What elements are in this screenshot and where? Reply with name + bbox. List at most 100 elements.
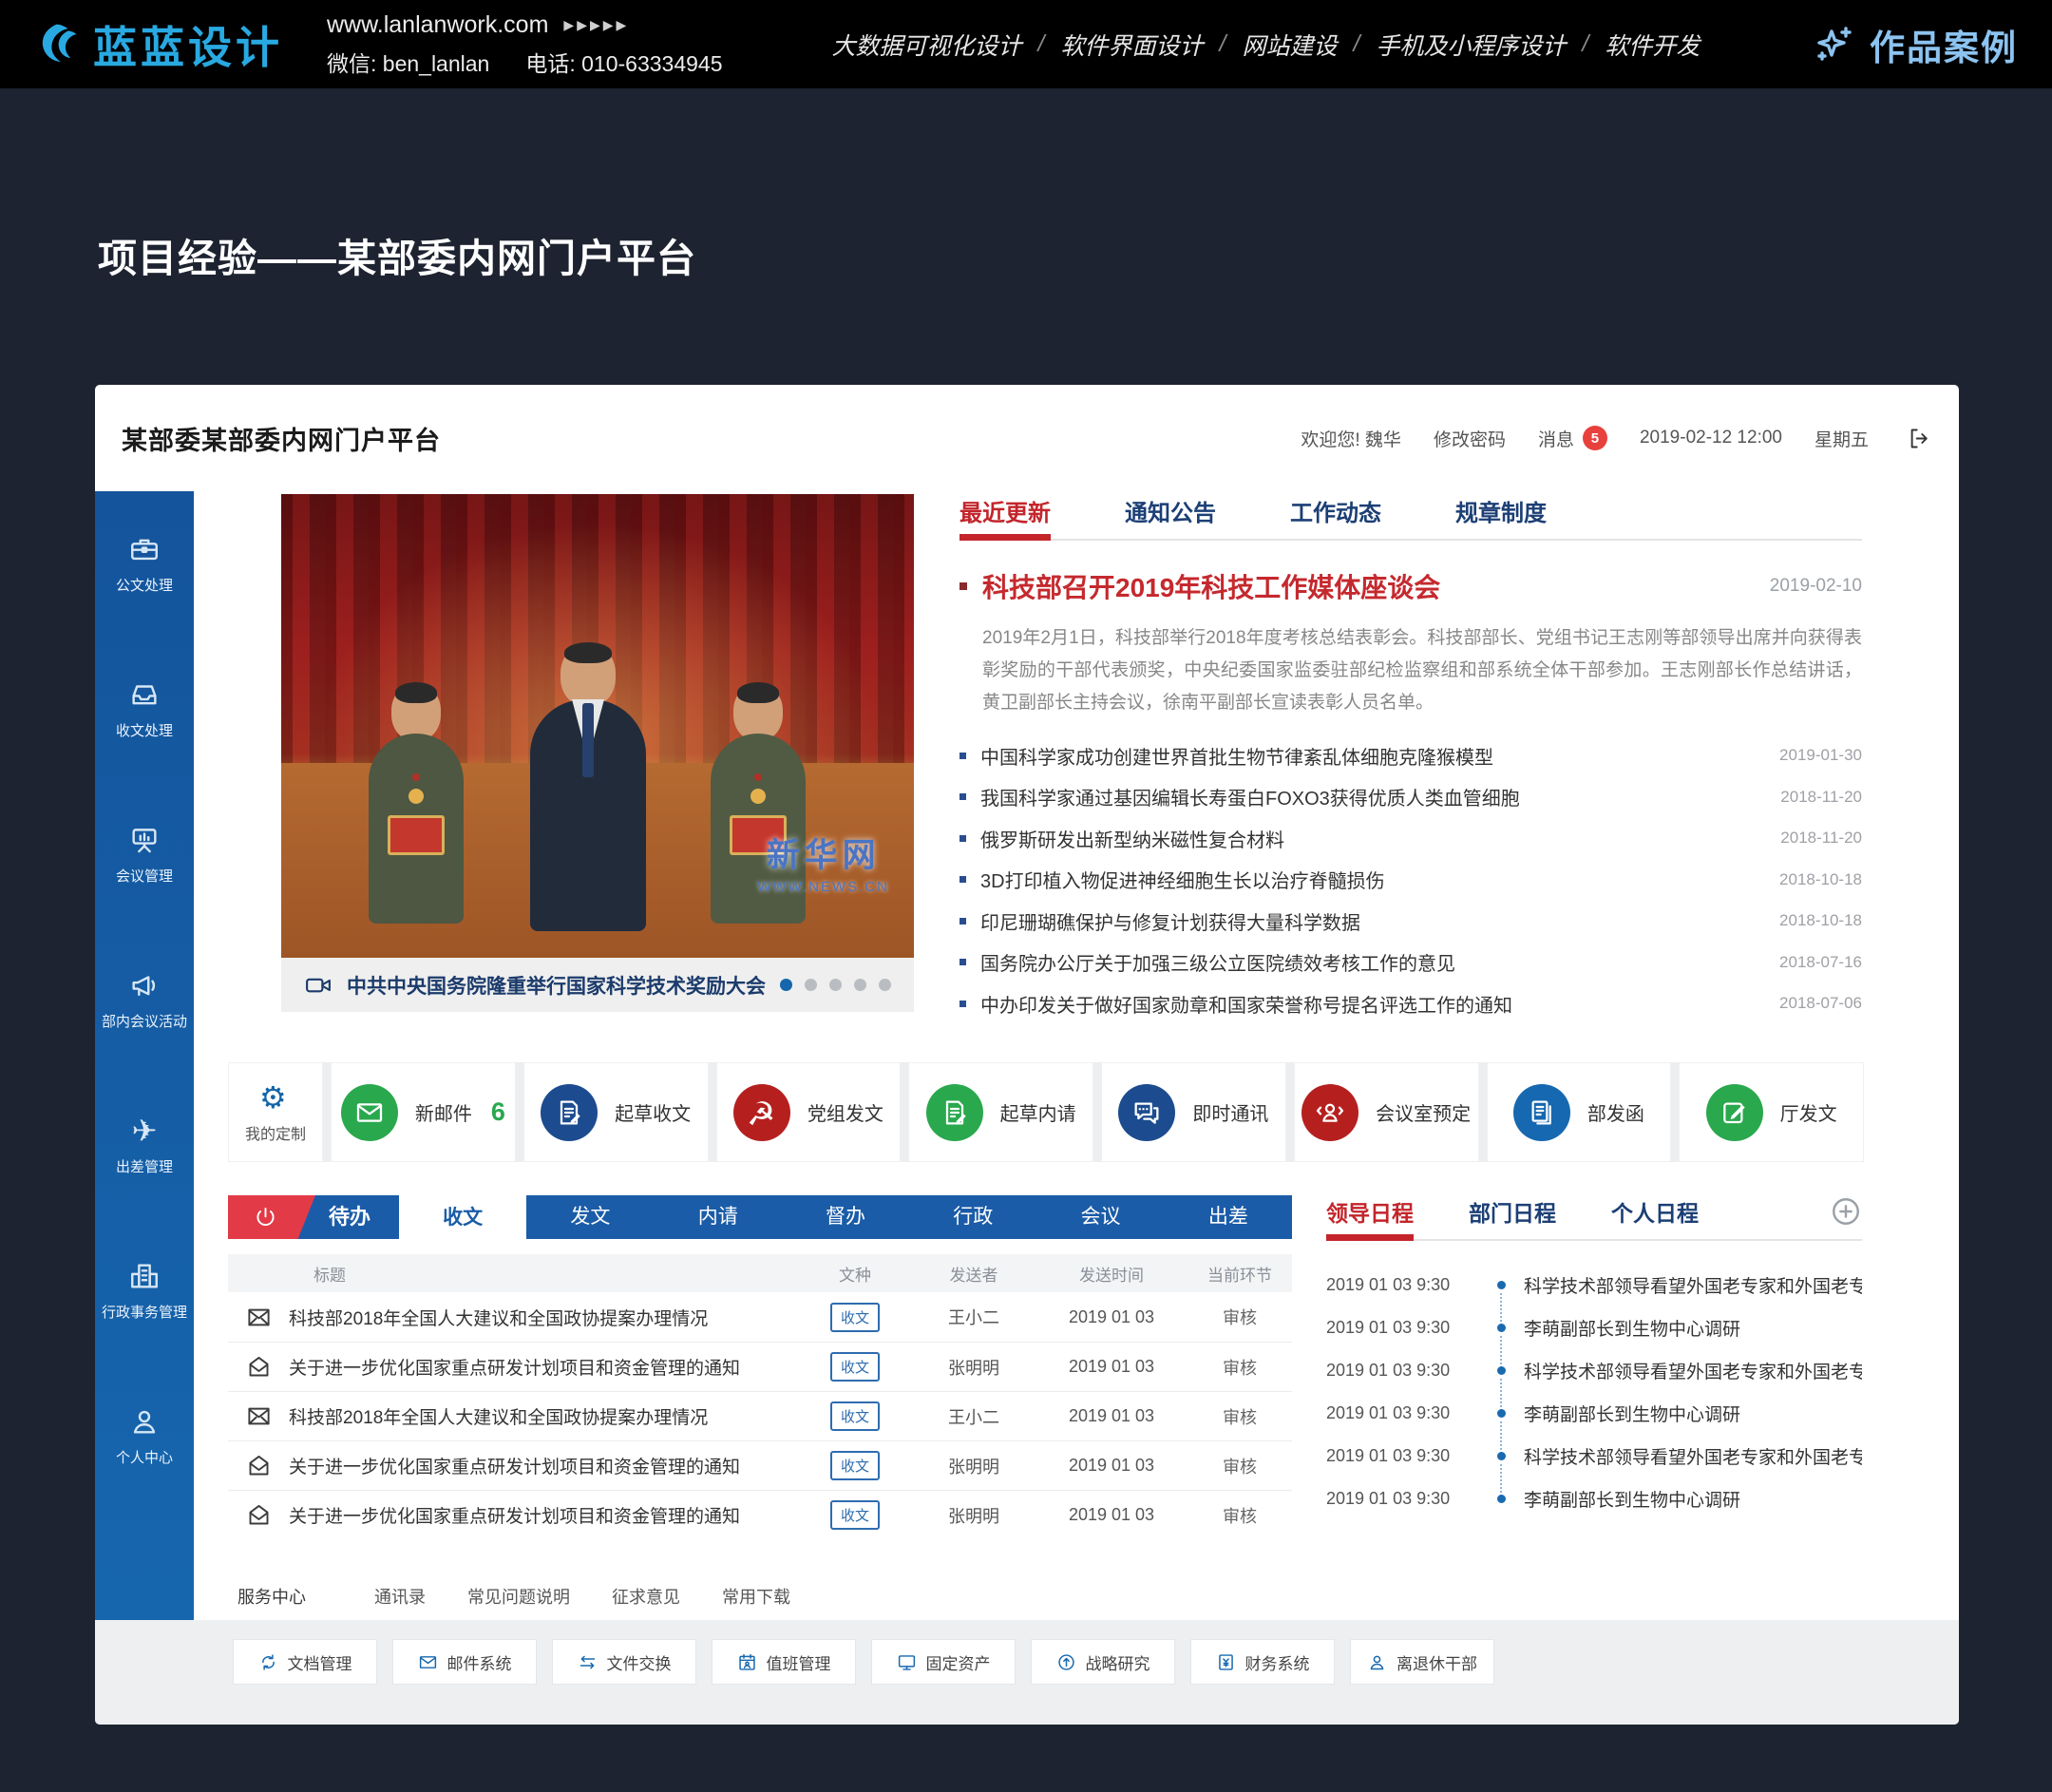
news-list-item[interactable]: 国务院办公厅关于加强三级公立医院绩效考核工作的意见2018-07-16 (960, 942, 1862, 983)
meeting-room-booking-circle (1302, 1084, 1358, 1141)
footer-link-service-center[interactable]: 服务中心 (238, 1584, 306, 1609)
schedule-item[interactable]: 2019 01 03 9:30李萌副部长到生物中心调研 (1326, 1306, 1862, 1349)
quick-action-draft-receive[interactable]: 起草收文 (523, 1062, 709, 1162)
todo-tab-administration[interactable]: 行政 (909, 1195, 1036, 1239)
quick-action-party-group-dispatch[interactable]: ☭党组发文 (716, 1062, 902, 1162)
footer-link-feedback[interactable]: 征求意见 (612, 1584, 680, 1609)
quick-action-ministry-letter[interactable]: 部发函 (1487, 1062, 1672, 1162)
footer-app-label: 固定资产 (926, 1650, 991, 1674)
schedule-datetime: 2019 01 03 9:30 (1326, 1446, 1488, 1466)
news-list-item[interactable]: 俄罗斯研发出新型纳米磁性复合材料2018-11-20 (960, 818, 1862, 860)
table-row[interactable]: 科技部2018年全国人大建议和全国政协提案办理情况收文王小二2019 01 03… (228, 1292, 1292, 1342)
schedule-tab-leader-schedule[interactable]: 领导日程 (1326, 1195, 1414, 1241)
sidebar-item-admin-affairs-management[interactable]: 行政事务管理 (95, 1218, 194, 1363)
todo-tab-internal-request[interactable]: 内请 (655, 1195, 782, 1239)
table-row[interactable]: 关于进一步优化国家重点研发计划项目和资金管理的通知收文张明明2019 01 03… (228, 1490, 1292, 1539)
news-item-title: 中办印发关于做好国家勋章和国家荣誉称号提名评选工作的通知 (980, 990, 1762, 1018)
sidebar-item-document-processing[interactable]: 公文处理 (95, 491, 194, 637)
table-row[interactable]: 科技部2018年全国人大建议和全国政协提案办理情况收文王小二2019 01 03… (228, 1391, 1292, 1440)
footer-apps-strip: 文档管理邮件系统文件交换值班管理 固定资产 战略研究财务系统离退休干部 (95, 1620, 1959, 1725)
news-item-date: 2018-10-18 (1779, 870, 1862, 889)
sidebar-item-meeting-management[interactable]: 会议管理 (95, 782, 194, 927)
footer-app-document-management[interactable]: 文档管理 (233, 1639, 377, 1685)
headline-date: 2019-02-10 (1770, 576, 1862, 597)
news-list-item[interactable]: 中国科学家成功创建世界首批生物节律紊乱体细胞克隆猴模型2019-01-30 (960, 735, 1862, 777)
table-row[interactable]: 关于进一步优化国家重点研发计划项目和资金管理的通知收文张明明2019 01 03… (228, 1440, 1292, 1490)
news-list-item[interactable]: 印尼珊瑚礁保护与修复计划获得大量科学数据2018-10-18 (960, 901, 1862, 943)
news-tab-notices[interactable]: 通知公告 (1125, 494, 1216, 541)
news-headline[interactable]: 科技部召开2019年科技工作媒体座谈会 2019-02-10 (960, 567, 1862, 605)
party-group-dispatch-circle: ☭ (733, 1084, 790, 1141)
portal-title: 某部委某部委内网门户平台 (122, 420, 441, 457)
news-item-title: 3D打印植入物促进神经细胞生长以治疗脊髓损伤 (980, 866, 1762, 893)
sidebar-item-label: 会议管理 (116, 866, 173, 886)
party-emblem-icon: ☭ (747, 1097, 777, 1128)
nav-item-software-development[interactable]: 软件开发 (1605, 28, 1700, 62)
carousel-dot[interactable] (854, 979, 866, 991)
carousel-dot[interactable] (829, 979, 842, 991)
todo-tab-supervise[interactable]: 督办 (782, 1195, 909, 1239)
carousel-caption[interactable]: 中共中央国务院隆重举行国家科学技术奖励大会 (347, 971, 766, 1000)
carousel-dot[interactable] (805, 979, 817, 991)
nav-item-website-construction[interactable]: 网站建设 (1242, 28, 1337, 62)
nav-separator: / (1219, 30, 1226, 58)
quick-action-office-dispatch[interactable]: 厅发文 (1679, 1062, 1864, 1162)
sidebar-item-personal-center[interactable]: 个人中心 (95, 1363, 194, 1509)
footer-app-retired-cadres[interactable]: 离退休干部 (1350, 1639, 1494, 1685)
quick-action-my-customization[interactable]: ⚙我的定制 (228, 1062, 323, 1162)
news-list-item[interactable]: 我国科学家通过基因编辑长寿蛋白FOXO3获得优质人类血管细胞2018-11-20 (960, 776, 1862, 818)
news-item-date: 2018-11-20 (1780, 788, 1862, 807)
schedule-item[interactable]: 2019 01 03 9:30科学技术部领导看望外国老专家和外国老专家家属 (1326, 1349, 1862, 1392)
nav-item-software-ui-design[interactable]: 软件界面设计 (1060, 28, 1203, 62)
quick-action-instant-messaging[interactable]: 即时通讯 (1101, 1062, 1286, 1162)
compose-icon (1720, 1097, 1750, 1128)
news-tab-recent-updates[interactable]: 最近更新 (960, 494, 1051, 541)
footer-app-strategy-research[interactable]: 战略研究 (1031, 1639, 1175, 1685)
todo-tab-business-trip[interactable]: 出差 (1165, 1195, 1292, 1239)
portfolio-cases-link[interactable]: 作品案例 (1811, 19, 2018, 70)
carousel-dot[interactable] (879, 979, 891, 991)
footer-link-contacts[interactable]: 通讯录 (374, 1584, 426, 1609)
change-password-link[interactable]: 修改密码 (1434, 426, 1506, 451)
todo-tab-receive[interactable]: 收文 (399, 1195, 526, 1245)
footer-app-duty-management[interactable]: 值班管理 (712, 1639, 856, 1685)
news-list-item[interactable]: 中办印发关于做好国家勋章和国家荣誉称号提名评选工作的通知 2018-07-06 (960, 983, 1862, 1025)
news-list-item[interactable]: 3D打印植入物促进神经细胞生长以治疗脊髓损伤 2018-10-18 (960, 859, 1862, 901)
footer-link-downloads[interactable]: 常用下载 (722, 1584, 790, 1609)
footer-link-faq[interactable]: 常见问题说明 (467, 1584, 570, 1609)
quick-action-meeting-room-booking[interactable]: 会议室预定 (1294, 1062, 1479, 1162)
row-stage: 审核 (1188, 1454, 1292, 1478)
messages-link[interactable]: 消息 5 (1538, 426, 1607, 451)
schedule-item[interactable]: 2019 01 03 9:30李萌副部长到生物中心调研 (1326, 1477, 1862, 1520)
footer-app-file-exchange[interactable]: 文件交换 (552, 1639, 696, 1685)
footer-app-finance-system[interactable]: 财务系统 (1190, 1639, 1335, 1685)
sidebar-item-business-trip-management[interactable]: ✈出差管理 (95, 1073, 194, 1218)
quick-action-draft-internal-request[interactable]: 起草内请 (908, 1062, 1093, 1162)
nav-item-big-data-visualization[interactable]: 大数据可视化设计 (832, 28, 1022, 62)
row-doc-type: 收文 (798, 1303, 912, 1332)
sidebar-item-receive-processing[interactable]: 收文处理 (95, 637, 194, 782)
schedule-tab-department-schedule[interactable]: 部门日程 (1469, 1195, 1556, 1239)
footer-app-fixed-assets[interactable]: 固定资产 (871, 1639, 1016, 1685)
footer-app-mail-system[interactable]: 邮件系统 (392, 1639, 537, 1685)
message-count-badge: 5 (1583, 426, 1607, 450)
schedule-item[interactable]: 2019 01 03 9:30科学技术部领导看望外国老专家和外国老专家家属 (1326, 1264, 1862, 1306)
news-tab-work-dynamics[interactable]: 工作动态 (1290, 494, 1381, 541)
carousel-dot[interactable] (780, 979, 792, 991)
timeline-dot (1488, 1306, 1514, 1349)
todo-tab-meeting[interactable]: 会议 (1036, 1195, 1164, 1239)
table-row[interactable]: 关于进一步优化国家重点研发计划项目和资金管理的通知收文张明明2019 01 03… (228, 1342, 1292, 1391)
site-logo[interactable]: 蓝蓝设计 (34, 13, 283, 76)
carousel-photo[interactable]: 新华网 WWW.NEWS.CN (281, 494, 914, 958)
nav-item-mobile-miniprogram-design[interactable]: 手机及小程序设计 (1376, 28, 1566, 62)
todo-tab-dispatch[interactable]: 发文 (526, 1195, 654, 1239)
news-item-date: 2018-07-06 (1779, 994, 1862, 1013)
schedule-item[interactable]: 2019 01 03 9:30科学技术部领导看望外国老专家和外国老专家家属 (1326, 1435, 1862, 1477)
sidebar-item-internal-meeting-activity[interactable]: 部内会议活动 (95, 927, 194, 1073)
schedule-tab-personal-schedule[interactable]: 个人日程 (1611, 1195, 1699, 1239)
logout-icon[interactable] (1907, 426, 1932, 451)
add-schedule-icon[interactable] (1830, 1195, 1862, 1228)
news-tab-rules[interactable]: 规章制度 (1455, 494, 1547, 541)
quick-action-new-mail[interactable]: 新邮件6 (331, 1062, 516, 1162)
schedule-item[interactable]: 2019 01 03 9:30李萌副部长到生物中心调研 (1326, 1392, 1862, 1435)
